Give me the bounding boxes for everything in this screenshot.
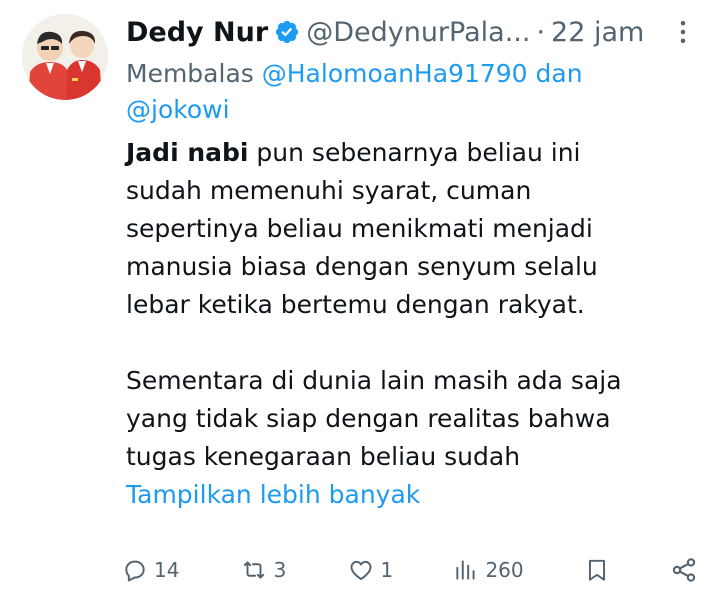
views-count: 260 — [485, 558, 524, 582]
tweet-line: manusia biasa dengan senyum selalu — [126, 252, 598, 281]
show-more-link[interactable]: Tampilkan lebih banyak — [126, 480, 420, 509]
views-icon — [453, 557, 479, 583]
bookmark-button[interactable] — [584, 556, 610, 584]
action-bar: 14 3 1 260 — [122, 556, 698, 584]
reply-button[interactable]: 14 — [122, 557, 179, 583]
tweet-header: Dedy Nur @DedynurPala... · 22 jam — [126, 10, 698, 54]
tweet-line: Jadi nabi pun sebenarnya beliau ini — [126, 134, 698, 172]
more-icon[interactable] — [668, 17, 698, 47]
tweet-line: Sementara di dunia lain masih ada saja — [126, 366, 622, 395]
author-handle[interactable]: @DedynurPala... — [306, 17, 530, 48]
like-button[interactable]: 1 — [347, 557, 394, 583]
share-button[interactable] — [670, 556, 698, 584]
mention-link[interactable]: @jokowi — [126, 95, 230, 124]
bold-text: Jadi nabi — [126, 138, 249, 167]
tweet-line: sepertinya beliau menikmati menjadi — [126, 214, 593, 243]
avatar[interactable] — [22, 14, 108, 100]
tweet-line: lebar ketika bertemu dengan rakyat. — [126, 290, 585, 319]
retweet-icon — [240, 557, 268, 583]
reply-count: 14 — [154, 558, 180, 582]
reply-context: Membalas @HalomoanHa91790 dan @jokowi — [126, 56, 698, 128]
tweet-line: yang tidak siap dengan realitas bahwa — [126, 404, 611, 433]
tweet-text: Jadi nabi pun sebenarnya beliau ini suda… — [126, 134, 698, 514]
views-button[interactable]: 260 — [453, 557, 524, 583]
tweet-content: Dedy Nur @DedynurPala... · 22 jam Membal… — [126, 10, 698, 514]
reply-connector: dan — [535, 59, 583, 88]
bookmark-icon — [584, 556, 610, 584]
separator-dot: · — [536, 16, 546, 48]
tweet-line-text: pun sebenarnya beliau ini — [248, 138, 581, 167]
mention-link[interactable]: @HalomoanHa91790 — [262, 59, 528, 88]
reply-prefix: Membalas — [126, 59, 254, 88]
tweet-time[interactable]: 22 jam — [551, 17, 644, 48]
share-icon — [670, 556, 698, 584]
retweet-button[interactable]: 3 — [240, 557, 287, 583]
like-icon — [347, 557, 375, 583]
tweet-line: tugas kenegaraan beliau sudah — [126, 442, 521, 471]
tweet-line: sudah memenuhi syarat, cuman — [126, 176, 532, 205]
like-count: 1 — [380, 558, 394, 582]
author-name[interactable]: Dedy Nur — [126, 17, 268, 48]
reply-icon — [122, 557, 148, 583]
retweet-count: 3 — [273, 558, 287, 582]
avatar-illustration — [22, 14, 108, 100]
verified-badge-icon — [274, 19, 300, 45]
